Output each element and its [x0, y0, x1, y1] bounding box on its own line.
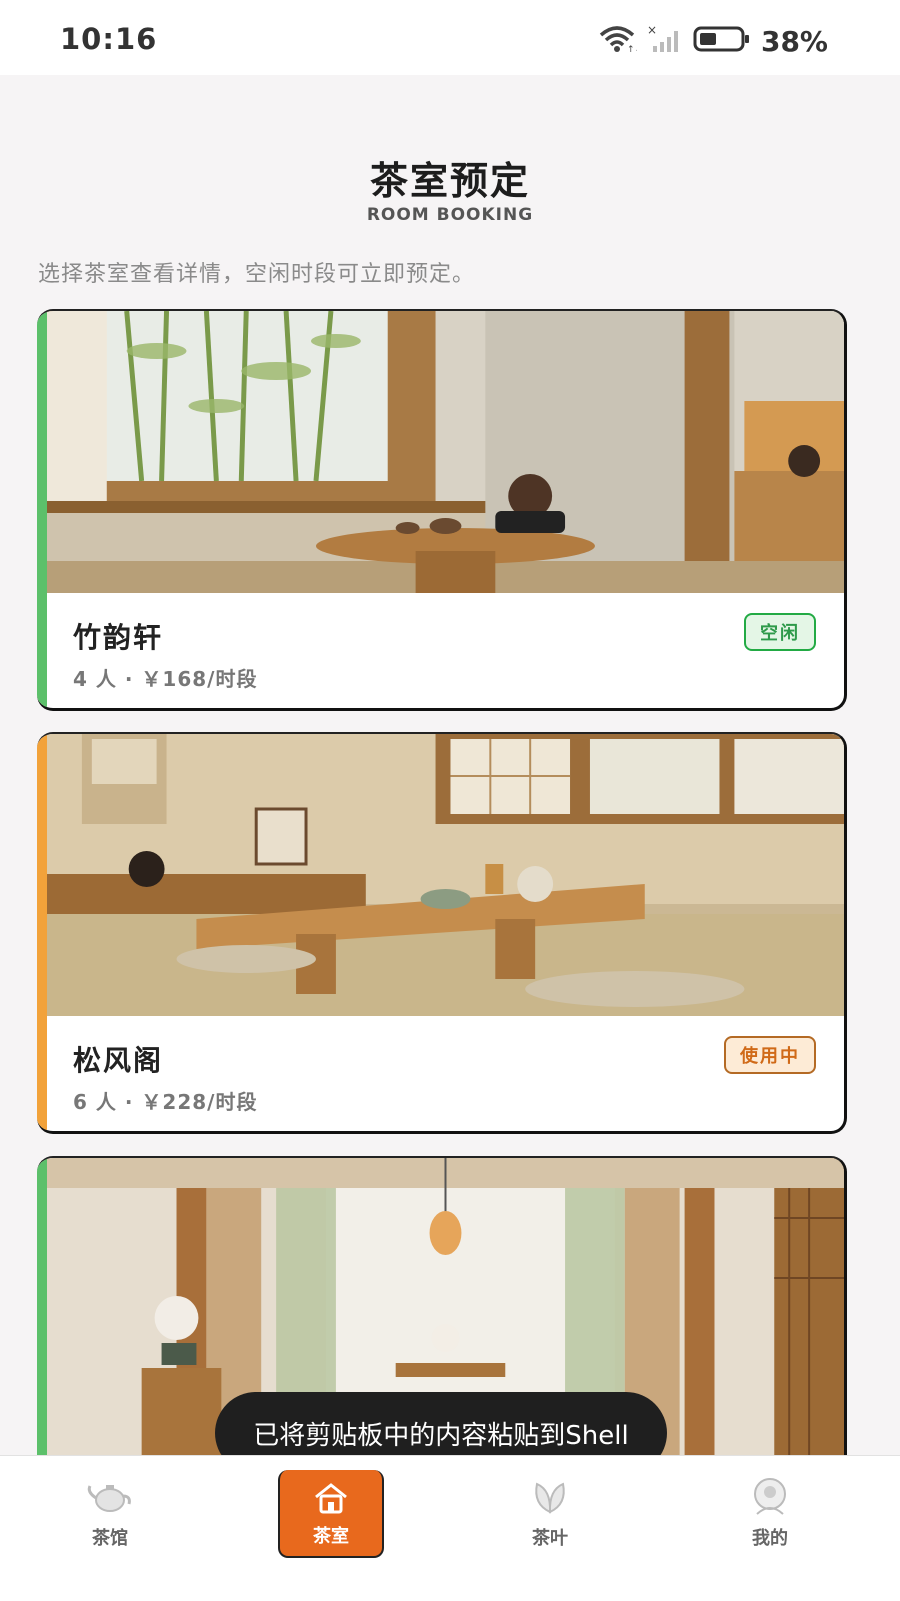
home-icon	[280, 1470, 382, 1520]
room-meta: 4 人 · ￥168/时段	[73, 667, 258, 691]
signal-icon: ×	[647, 23, 683, 58]
nav-item-teahouse[interactable]: 茶馆	[50, 1476, 170, 1550]
room-name: 松风阁	[73, 1044, 164, 1077]
bottom-nav: 茶馆 茶叶 我的	[0, 1455, 900, 1601]
nav-item-tea-leaves[interactable]: 茶叶	[490, 1476, 610, 1550]
status-badge-in-use: 使用中	[724, 1036, 816, 1074]
nav-label: 茶叶	[532, 1528, 568, 1549]
teapot-icon	[50, 1476, 170, 1520]
room-card-zhuyunxuan[interactable]: 竹韵轩 4 人 · ￥168/时段 空闲	[37, 309, 847, 711]
nav-label: 茶馆	[92, 1528, 128, 1549]
wifi-icon: ↑↓	[597, 25, 642, 57]
intro-text: 选择茶室查看详情，空闲时段可立即预定。	[38, 262, 476, 287]
nav-label: 我的	[752, 1528, 788, 1549]
room-name: 竹韵轩	[73, 621, 164, 654]
nav-label: 茶室	[313, 1526, 349, 1547]
status-icons: ↑↓ × 38%	[597, 23, 828, 58]
room-photo	[47, 734, 844, 1016]
battery-icon	[693, 25, 751, 57]
page-title: 茶室预定	[369, 159, 530, 203]
profile-icon	[710, 1476, 830, 1520]
card-accent-bar	[37, 311, 47, 708]
page-subtitle: ROOM BOOKING	[366, 205, 534, 225]
svg-text:×: ×	[647, 24, 657, 37]
svg-text:↑↓: ↑↓	[627, 45, 637, 53]
room-card-songfengge[interactable]: 松风阁 6 人 · ￥228/时段 使用中	[37, 732, 847, 1134]
nav-item-tearoom-active[interactable]: 茶室	[278, 1470, 384, 1558]
leaf-icon	[490, 1476, 610, 1520]
status-badge-free: 空闲	[744, 613, 816, 651]
battery-percentage: 38%	[760, 24, 828, 58]
status-time: 10:16	[60, 22, 158, 56]
nav-item-profile[interactable]: 我的	[710, 1476, 830, 1550]
room-meta: 6 人 · ￥228/时段	[73, 1090, 258, 1114]
card-accent-bar	[37, 734, 47, 1131]
status-bar: 10:16 ↑↓ ×	[0, 0, 900, 75]
room-photo	[47, 311, 844, 593]
